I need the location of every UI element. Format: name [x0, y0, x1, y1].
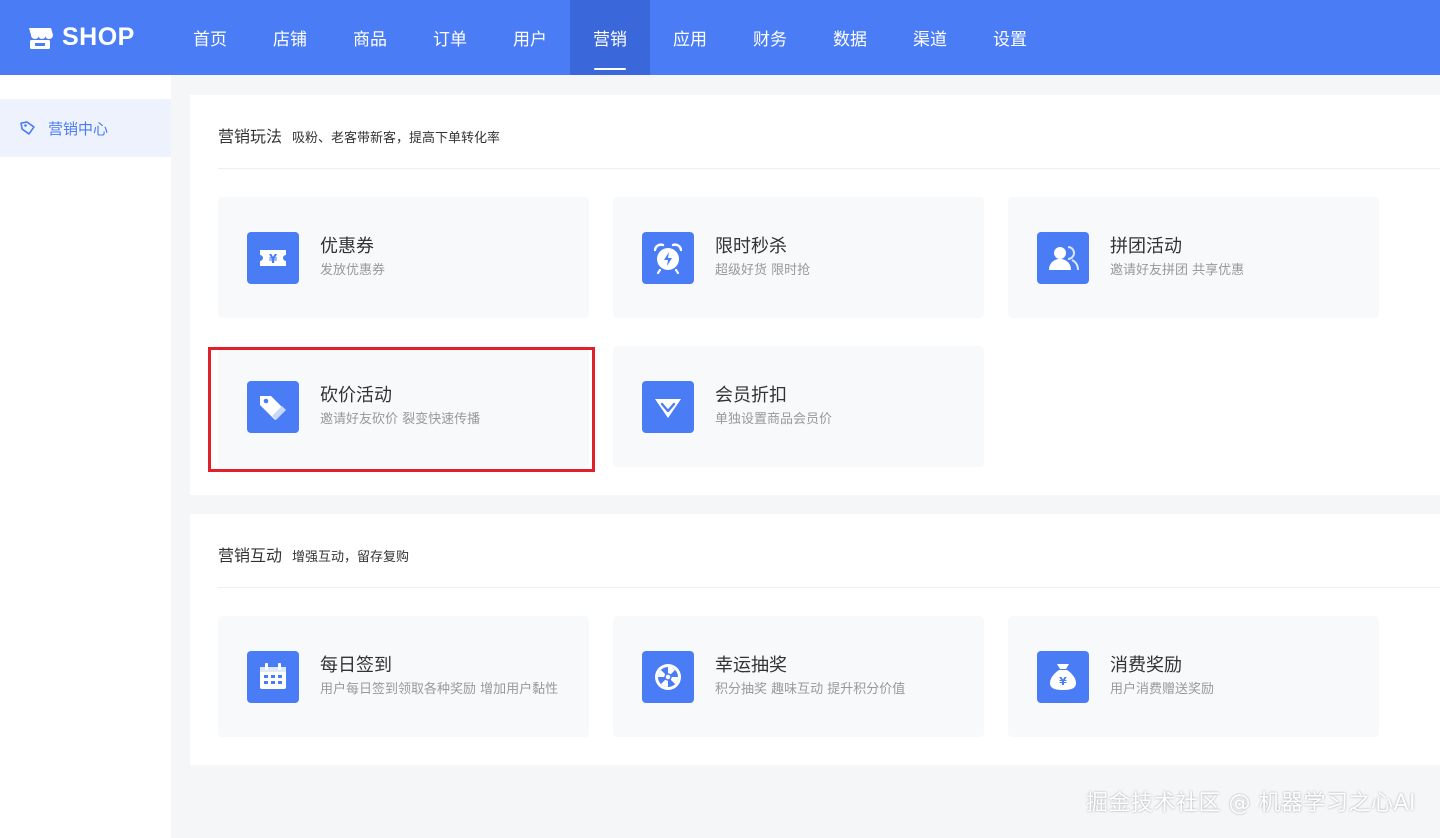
nav-products[interactable]: 商品	[330, 0, 410, 75]
nav-apps[interactable]: 应用	[650, 0, 730, 75]
section-title: 营销互动	[218, 546, 283, 565]
nav-channels[interactable]: 渠道	[890, 0, 970, 75]
nav-store[interactable]: 店铺	[250, 0, 330, 75]
watermark: 掘金技术社区 @ 机器学习之心AI	[1085, 791, 1416, 816]
card-desc: 邀请好友拼团 共享优惠	[1110, 263, 1245, 278]
group-users-icon	[1037, 231, 1089, 284]
card-desc: 邀请好友砍价 裂变快速传播	[320, 412, 481, 427]
card-spending-reward[interactable]: ¥ 消费奖励 用户消费赠送奖励	[1008, 616, 1379, 737]
card-desc: 用户消费赠送奖励	[1110, 682, 1215, 697]
diamond-icon	[642, 380, 694, 433]
sidebar: 营销中心	[0, 75, 171, 838]
section-header: 营销互动 增强互动，留存复购	[218, 542, 409, 566]
card-title: 限时秒杀	[715, 236, 787, 257]
marketing-play-section: 营销玩法 吸粉、老客带新客，提高下单转化率 ¥ 优惠券 发放优惠券 限时秒杀 超…	[190, 95, 1440, 495]
card-flash-sale[interactable]: 限时秒杀 超级好货 限时抢	[613, 197, 984, 318]
nav-users[interactable]: 用户	[490, 0, 570, 75]
card-title: 消费奖励	[1110, 655, 1182, 676]
section-title: 营销玩法	[218, 127, 283, 146]
card-desc: 发放优惠券	[320, 263, 386, 278]
nav-settings[interactable]: 设置	[970, 0, 1050, 75]
money-bag-icon: ¥	[1037, 650, 1089, 703]
nav-orders[interactable]: 订单	[410, 0, 490, 75]
section-subtitle: 吸粉、老客带新客，提高下单转化率	[292, 131, 501, 146]
section-subtitle: 增强互动，留存复购	[292, 550, 410, 565]
card-title: 会员折扣	[715, 385, 787, 406]
card-title: 优惠券	[320, 236, 374, 257]
tag-icon	[20, 121, 35, 135]
coupon-icon: ¥	[247, 231, 299, 284]
brand-logo[interactable]: SHOP	[0, 0, 170, 75]
card-desc: 超级好货 限时抢	[715, 263, 811, 278]
card-desc: 单独设置商品会员价	[715, 412, 833, 427]
svg-text:¥: ¥	[1059, 675, 1067, 688]
section-divider	[218, 587, 1440, 588]
nav-marketing[interactable]: 营销	[570, 0, 650, 75]
shop-logo-icon	[29, 27, 53, 49]
sidebar-item-label: 营销中心	[48, 119, 109, 138]
calendar-icon	[247, 650, 299, 703]
card-desc: 积分抽奖 趣味互动 提升积分价值	[715, 682, 906, 697]
card-title: 每日签到	[320, 655, 392, 676]
nav-data[interactable]: 数据	[810, 0, 890, 75]
marketing-interaction-section: 营销互动 增强互动，留存复购 每日签到 用户每日签到领取各种奖励 增加用户黏性	[190, 514, 1440, 765]
section-header: 营销玩法 吸粉、老客带新客，提高下单转化率	[218, 123, 500, 147]
brand-name: SHOP	[62, 23, 135, 51]
card-desc: 用户每日签到领取各种奖励 增加用户黏性	[320, 682, 559, 697]
card-title: 幸运抽奖	[715, 655, 787, 676]
lucky-wheel-icon	[642, 650, 694, 703]
svg-text:¥: ¥	[269, 252, 278, 266]
main-nav: 首页 店铺 商品 订单 用户 营销 应用 财务 数据 渠道 设置	[170, 0, 1050, 75]
price-tag-icon	[247, 380, 299, 433]
nav-home[interactable]: 首页	[170, 0, 250, 75]
card-daily-checkin[interactable]: 每日签到 用户每日签到领取各种奖励 增加用户黏性	[218, 616, 589, 737]
alarm-clock-icon	[642, 231, 694, 284]
nav-finance[interactable]: 财务	[730, 0, 810, 75]
card-title: 拼团活动	[1110, 236, 1182, 257]
card-member-discount[interactable]: 会员折扣 单独设置商品会员价	[613, 346, 984, 467]
top-nav-bar: SHOP 首页 店铺 商品 订单 用户 营销 应用 财务 数据 渠道 设置	[0, 0, 1440, 75]
card-bargain[interactable]: 砍价活动 邀请好友砍价 裂变快速传播	[218, 346, 589, 467]
card-lucky-draw[interactable]: 幸运抽奖 积分抽奖 趣味互动 提升积分价值	[613, 616, 984, 737]
card-group-buy[interactable]: 拼团活动 邀请好友拼团 共享优惠	[1008, 197, 1379, 318]
card-title: 砍价活动	[320, 385, 392, 406]
section-divider	[218, 168, 1440, 169]
sidebar-item-marketing-center[interactable]: 营销中心	[0, 99, 171, 157]
card-coupon[interactable]: ¥ 优惠券 发放优惠券	[218, 197, 589, 318]
